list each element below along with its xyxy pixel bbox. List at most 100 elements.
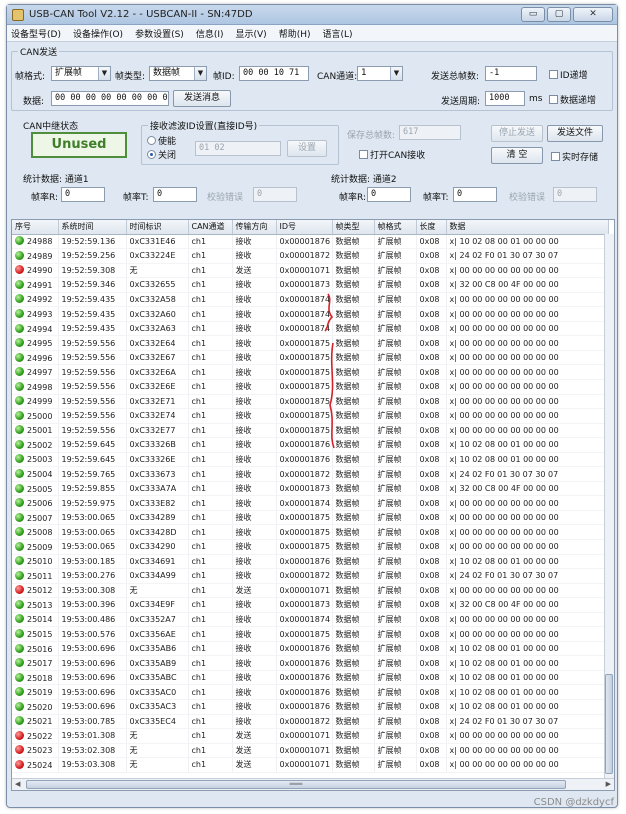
table-row[interactable]: 24992 19:52:59.435 0xC332A58 ch1 接收 0x0000187… bbox=[12, 292, 609, 308]
table-row[interactable]: 25020 19:53:00.696 0xC335AC3 ch1 接收 0x0000187… bbox=[12, 699, 609, 715]
table-row[interactable]: 24991 19:52:59.346 0xC332655 ch1 接收 0x0000187… bbox=[12, 277, 609, 293]
cell-data: x| 00 00 00 00 00 00 00 00 bbox=[446, 626, 609, 642]
cell-system-time-text: 19:52:59.256 bbox=[61, 251, 116, 261]
col-direction[interactable]: 传输方向 bbox=[232, 220, 277, 235]
table-row[interactable]: 24993 19:52:59.435 0xC332A60 ch1 接收 0x0000187… bbox=[12, 306, 609, 322]
data-input[interactable]: 00 00 00 00 00 00 00 00 bbox=[51, 91, 169, 106]
save-total-input[interactable]: 617 bbox=[399, 125, 461, 140]
menu-info[interactable]: 信息(I) bbox=[196, 27, 224, 40]
send-file-button[interactable]: 发送文件 bbox=[547, 125, 603, 142]
stats-ch1-tx-value: 0 bbox=[153, 187, 197, 202]
cell-timestamp-text: 0xC332E67 bbox=[129, 353, 176, 363]
table-row[interactable]: 25023 19:53:02.308 无 ch1 发送 0x00001071 数据帧 扩展帧 0… bbox=[12, 743, 609, 759]
menu-display[interactable]: 显示(V) bbox=[236, 27, 267, 40]
vertical-scroll-thumb[interactable] bbox=[605, 674, 613, 774]
col-data[interactable]: 数据 bbox=[446, 220, 609, 235]
menu-help[interactable]: 帮助(H) bbox=[279, 27, 311, 40]
filter-id-input[interactable]: 01 02 bbox=[195, 141, 281, 156]
maximize-button[interactable]: ▢ bbox=[547, 7, 571, 22]
table-row[interactable]: 25016 19:53:00.696 0xC335AB6 ch1 接收 0x0000187… bbox=[12, 641, 609, 657]
table-row[interactable]: 25017 19:53:00.696 0xC335AB9 ch1 接收 0x0000187… bbox=[12, 655, 609, 671]
col-length[interactable]: 长度 bbox=[416, 220, 447, 235]
table-row[interactable]: 24999 19:52:59.556 0xC332E71 ch1 接收 0x0000187… bbox=[12, 394, 609, 410]
realtime-save-checkbox[interactable]: 实时存储 bbox=[551, 150, 598, 163]
total-frames-input[interactable]: -1 bbox=[485, 66, 537, 81]
horizontal-scroll-thumb[interactable]: ═══ bbox=[26, 780, 566, 789]
table-row[interactable]: 25007 19:53:00.065 0xC334289 ch1 接收 0x0000187… bbox=[12, 510, 609, 526]
table-row[interactable]: 25003 19:52:59.645 0xC33326E ch1 接收 0x0000187… bbox=[12, 452, 609, 468]
cell-direction-text: 接收 bbox=[235, 702, 252, 712]
table-row[interactable]: 25019 19:53:00.696 0xC335AC0 ch1 接收 0x0000187… bbox=[12, 684, 609, 700]
message-grid[interactable]: 序号 系统时间 时间标识 CAN通道 传输方向 ID号 帧类型 帧格式 长度 数… bbox=[11, 219, 615, 791]
table-row[interactable]: 24998 19:52:59.556 0xC332E6E ch1 接收 0x0000187… bbox=[12, 379, 609, 395]
frame-type-select[interactable]: 数据帧 ▼ bbox=[149, 66, 207, 81]
cell-system-time-text: 19:52:59.308 bbox=[61, 265, 116, 275]
table-row[interactable]: 25018 19:53:00.696 0xC335ABC ch1 接收 0x0000187… bbox=[12, 670, 609, 686]
status-green-dot-icon bbox=[15, 294, 24, 304]
col-seq[interactable]: 序号 bbox=[12, 220, 59, 235]
table-row[interactable]: 24988 19:52:59.136 0xC331E46 ch1 接收 0x0000187… bbox=[12, 234, 609, 250]
vertical-scrollbar[interactable] bbox=[604, 234, 614, 780]
data-increment-checkbox[interactable]: 数据递增 bbox=[549, 93, 596, 106]
frame-format-select[interactable]: 扩展帧 ▼ bbox=[51, 66, 111, 81]
cell-frame-type-text: 数据帧 bbox=[335, 629, 360, 639]
close-button[interactable]: ✕ bbox=[573, 7, 613, 22]
filter-close-radio[interactable]: 关闭 bbox=[147, 148, 176, 161]
table-row[interactable]: 25010 19:53:00.185 0xC334691 ch1 接收 0x0000187… bbox=[12, 554, 609, 570]
cell-id-text: 0x00001876 bbox=[279, 658, 331, 668]
col-id[interactable]: ID号 bbox=[276, 220, 333, 235]
table-row[interactable]: 25001 19:52:59.556 0xC332E77 ch1 接收 0x0000187… bbox=[12, 423, 609, 439]
table-row[interactable]: 24997 19:52:59.556 0xC332E6A ch1 接收 0x0000187… bbox=[12, 364, 609, 380]
col-can-channel[interactable]: CAN通道 bbox=[188, 220, 233, 235]
send-period-input[interactable]: 1000 bbox=[485, 91, 525, 106]
filter-enable-radio[interactable]: 使能 bbox=[147, 134, 176, 147]
table-row[interactable]: 25014 19:53:00.486 0xC3352A7 ch1 接收 0x0000187… bbox=[12, 612, 609, 628]
table-row[interactable]: 25005 19:52:59.855 0xC333A7A ch1 接收 0x0000187… bbox=[12, 481, 609, 497]
id-increment-checkbox[interactable]: ID递增 bbox=[549, 68, 588, 81]
cell-frame-format-text: 扩展帧 bbox=[377, 367, 402, 377]
open-can-recv-checkbox[interactable]: 打开CAN接收 bbox=[359, 148, 425, 161]
scroll-left-icon[interactable]: ◀ bbox=[15, 780, 20, 788]
table-row[interactable]: 25002 19:52:59.645 0xC33326B ch1 接收 0x0000187… bbox=[12, 437, 609, 453]
table-row[interactable]: 25013 19:53:00.396 0xC334E9F ch1 接收 0x0000187… bbox=[12, 597, 609, 613]
title-bar[interactable]: USB-CAN Tool V2.12 - - USBCAN-II - SN:47… bbox=[7, 5, 617, 25]
table-row[interactable]: 25021 19:53:00.785 0xC335EC4 ch1 接收 0x0000187… bbox=[12, 714, 609, 730]
table-row[interactable]: 24995 19:52:59.556 0xC332E64 ch1 接收 0x0000187… bbox=[12, 335, 609, 351]
scroll-right-icon[interactable]: ▶ bbox=[606, 780, 611, 788]
menu-language[interactable]: 语言(L) bbox=[322, 27, 352, 40]
filter-set-button[interactable]: 设置 bbox=[287, 140, 327, 157]
cell-direction: 接收 bbox=[232, 597, 277, 613]
table-row[interactable]: 25000 19:52:59.556 0xC332E74 ch1 接收 0x0000187… bbox=[12, 408, 609, 424]
col-frame-type[interactable]: 帧类型 bbox=[332, 220, 375, 235]
table-row[interactable]: 25024 19:53:03.308 无 ch1 发送 0x00001071 数据帧 扩展帧 0… bbox=[12, 757, 609, 773]
table-row[interactable]: 24989 19:52:59.256 0xC33224E ch1 接收 0x0000187… bbox=[12, 248, 609, 264]
cell-can-channel: ch1 bbox=[188, 524, 233, 540]
table-row[interactable]: 25006 19:52:59.975 0xC333E82 ch1 接收 0x0000187… bbox=[12, 495, 609, 511]
col-timestamp[interactable]: 时间标识 bbox=[126, 220, 189, 235]
horizontal-scrollbar[interactable]: ◀ ═══ ▶ bbox=[12, 778, 614, 790]
minimize-button[interactable]: ▭ bbox=[521, 7, 545, 22]
table-row[interactable]: 25011 19:53:00.276 0xC334A99 ch1 接收 0x0000187… bbox=[12, 568, 609, 584]
clear-button[interactable]: 清 空 bbox=[491, 147, 543, 164]
table-row[interactable]: 24990 19:52:59.308 无 ch1 发送 0x00001071 数据帧 扩展帧 0… bbox=[12, 263, 609, 279]
stop-send-button[interactable]: 停止发送 bbox=[491, 125, 543, 142]
menu-device-model[interactable]: 设备型号(D) bbox=[11, 27, 61, 40]
table-row[interactable]: 24994 19:52:59.435 0xC332A63 ch1 接收 0x0000187… bbox=[12, 321, 609, 337]
can-channel-select[interactable]: 1 ▼ bbox=[357, 66, 403, 81]
table-row[interactable]: 25022 19:53:01.308 无 ch1 发送 0x00001071 数据帧 扩展帧 0… bbox=[12, 728, 609, 744]
cell-timestamp: 0xC334A99 bbox=[126, 568, 189, 584]
table-row[interactable]: 25008 19:53:00.065 0xC33428D ch1 接收 0x0000187… bbox=[12, 524, 609, 540]
send-message-button[interactable]: 发送消息 bbox=[173, 90, 231, 107]
table-row[interactable]: 25012 19:53:00.308 无 ch1 发送 0x00001071 数据帧 扩展帧 0… bbox=[12, 583, 609, 599]
col-system-time[interactable]: 系统时间 bbox=[58, 220, 127, 235]
table-row[interactable]: 25015 19:53:00.576 0xC3356AE ch1 接收 0x0000187… bbox=[12, 626, 609, 642]
table-row[interactable]: 25004 19:52:59.765 0xC333673 ch1 接收 0x0000187… bbox=[12, 466, 609, 482]
cell-timestamp-text: 0xC33428D bbox=[129, 527, 177, 537]
cell-length-text: 0x08 bbox=[419, 353, 440, 363]
table-row[interactable]: 24996 19:52:59.556 0xC332E67 ch1 接收 0x0000187… bbox=[12, 350, 609, 366]
frame-id-input[interactable]: 00 00 10 71 bbox=[239, 66, 309, 81]
menu-device-operation[interactable]: 设备操作(O) bbox=[73, 27, 123, 40]
col-frame-format[interactable]: 帧格式 bbox=[374, 220, 417, 235]
menu-parameter-settings[interactable]: 参数设置(S) bbox=[135, 27, 184, 40]
table-row[interactable]: 25009 19:53:00.065 0xC334290 ch1 接收 0x0000187… bbox=[12, 539, 609, 555]
